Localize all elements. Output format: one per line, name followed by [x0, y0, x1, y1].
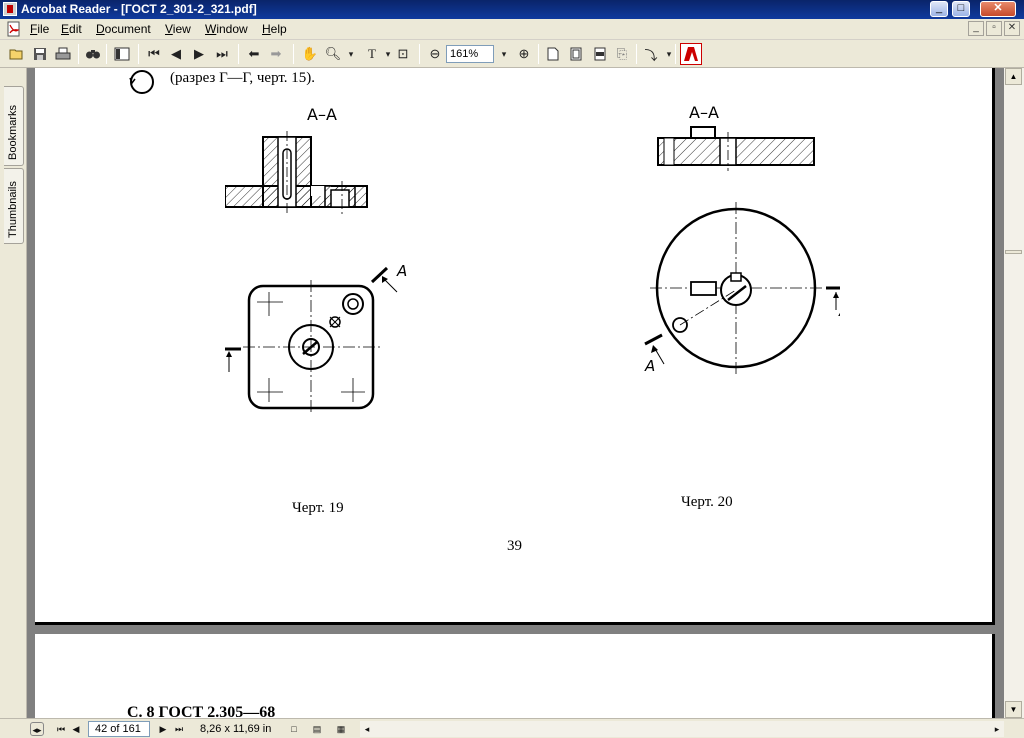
single-page-icon[interactable]: □ [287, 722, 301, 736]
toolbar-separator [538, 44, 539, 64]
chevron-down-icon[interactable]: ▾ [659, 44, 679, 64]
hand-tool-icon[interactable]: ✋ [300, 44, 320, 64]
previous-page-icon[interactable]: ◀ [166, 44, 186, 64]
toolbar-separator [636, 44, 637, 64]
first-page-icon[interactable]: ⏮ [54, 722, 68, 736]
open-icon[interactable] [7, 44, 27, 64]
zoom-out-icon[interactable]: ⊖ [425, 44, 445, 64]
scroll-left-button[interactable]: ◂ [360, 722, 374, 736]
figure-20-drawing: A–A A A [644, 103, 840, 375]
last-page-icon[interactable]: ⏭ [212, 44, 232, 64]
doc-minimize-button[interactable]: _ [968, 21, 984, 36]
cut-label: A [396, 262, 407, 280]
actual-size-icon[interactable] [543, 44, 563, 64]
page-number-field[interactable]: 42 of 161 [88, 721, 150, 737]
last-page-icon[interactable]: ⏭ [172, 722, 186, 736]
show-navigation-icon[interactable] [112, 44, 132, 64]
tab-thumbnails[interactable]: Thumbnails [4, 168, 24, 244]
toolbar: ⏮ ◀ ▶ ⏭ ⬅ ➡ ✋ 🔍︎ ▾ T ▾ ⊡ ⊖ 161% ▾ ⊕ ⎘ ⤵ … [0, 40, 1024, 68]
save-icon[interactable] [30, 44, 50, 64]
first-page-icon[interactable]: ⏮ [144, 44, 164, 64]
menu-window[interactable]: Window [205, 22, 248, 36]
toggle-navigation-icon[interactable]: ◂▸ [30, 722, 44, 736]
facing-pages-icon[interactable]: ▦ [334, 722, 348, 736]
toolbar-separator [675, 44, 676, 64]
pdf-page: (разрез Г—Г, черт. 15). A–A A Черт. 19 A… [35, 68, 995, 625]
page-number: 39 [507, 538, 522, 554]
next-page-icon[interactable]: ▶ [189, 44, 209, 64]
menu-edit[interactable]: Edit [61, 22, 82, 36]
status-bar: ◂▸ ⏮ ◀ 42 of 161 ▶ ⏭ 8,26 x 11,69 in □ ▤… [0, 718, 1024, 738]
menu-view[interactable]: View [165, 22, 191, 36]
doc-restore-button[interactable]: ▫ [986, 21, 1002, 36]
print-icon[interactable] [53, 44, 73, 64]
previous-page-icon[interactable]: ◀ [69, 722, 83, 736]
tab-bookmarks[interactable]: Bookmarks [4, 86, 24, 166]
toolbar-separator [293, 44, 294, 64]
maximize-button[interactable]: □ [952, 1, 970, 17]
pdf-page: С. 8 ГОСТ 2.305—68 [35, 634, 995, 718]
chevron-down-icon[interactable]: ▾ [341, 44, 361, 64]
menu-file[interactable]: File [30, 22, 49, 36]
section-label: A–A [689, 103, 719, 122]
scroll-right-button[interactable]: ▸ [990, 722, 1004, 736]
scroll-down-button[interactable]: ▼ [1005, 701, 1022, 718]
fit-width-icon[interactable] [590, 44, 610, 64]
page-size-label: 8,26 x 11,69 in [200, 723, 272, 735]
toolbar-separator [419, 44, 420, 64]
cut-label: A [644, 357, 655, 375]
zoom-in-tool-icon[interactable]: 🔍︎ [323, 44, 343, 64]
section-label: A–A [307, 105, 337, 124]
zoom-dropdown-icon[interactable]: ▾ [494, 44, 514, 64]
figure-19-drawing: A–A A [225, 105, 407, 414]
menu-document[interactable]: Document [96, 22, 151, 36]
toolbar-separator [78, 44, 79, 64]
reflow-icon[interactable]: ⎘ [612, 44, 632, 64]
adobe-online-icon[interactable] [680, 43, 702, 65]
acrobat-app-icon[interactable] [3, 2, 17, 16]
page-heading: С. 8 ГОСТ 2.305—68 [127, 704, 276, 718]
find-icon[interactable] [83, 44, 103, 64]
cut-label: A [838, 302, 840, 320]
go-forward-icon[interactable]: ➡ [266, 44, 286, 64]
menu-help[interactable]: Help [262, 22, 287, 36]
scroll-up-button[interactable]: ▲ [1005, 68, 1022, 85]
toolbar-separator [106, 44, 107, 64]
graphics-select-icon[interactable]: ⊡ [393, 44, 413, 64]
zoom-input[interactable]: 161% [446, 45, 494, 63]
rotation-symbol-icon [129, 70, 154, 94]
document-view[interactable]: (разрез Г—Г, черт. 15). A–A A Черт. 19 A… [27, 68, 1004, 718]
menu-bar: File Edit Document View Window Help _ ▫ … [0, 19, 1024, 40]
navigation-pane: Bookmarks Thumbnails [0, 68, 27, 718]
figure-caption: Черт. 19 [292, 500, 344, 516]
window-title: Acrobat Reader - [ГОСТ 2_301-2_321.pdf] [21, 2, 257, 16]
continuous-page-icon[interactable]: ▤ [310, 722, 324, 736]
close-button[interactable]: ✕ [980, 1, 1016, 17]
title-bar: Acrobat Reader - [ГОСТ 2_301-2_321.pdf] … [0, 0, 1024, 19]
figure-caption: Черт. 20 [681, 494, 733, 510]
body-text: (разрез Г—Г, черт. 15). [170, 70, 316, 86]
tab-bookmarks-label: Bookmarks [7, 104, 19, 160]
fit-page-icon[interactable] [566, 44, 586, 64]
rotate-icon[interactable]: ⤵ [641, 44, 661, 64]
horizontal-scrollbar[interactable]: ◂ ▸ [360, 721, 1004, 737]
tab-thumbnails-label: Thumbnails [7, 181, 19, 238]
go-back-icon[interactable]: ⬅ [244, 44, 264, 64]
toolbar-separator [138, 44, 139, 64]
minimize-button[interactable]: _ [930, 1, 948, 17]
zoom-in-icon[interactable]: ⊕ [514, 44, 534, 64]
pdf-document-icon[interactable] [6, 21, 22, 37]
scroll-thumb[interactable] [1005, 250, 1022, 254]
toolbar-separator [238, 44, 239, 64]
vertical-scrollbar[interactable]: ▲ ▼ [1004, 68, 1024, 718]
doc-close-button[interactable]: ✕ [1004, 21, 1020, 36]
next-page-icon[interactable]: ▶ [156, 722, 170, 736]
